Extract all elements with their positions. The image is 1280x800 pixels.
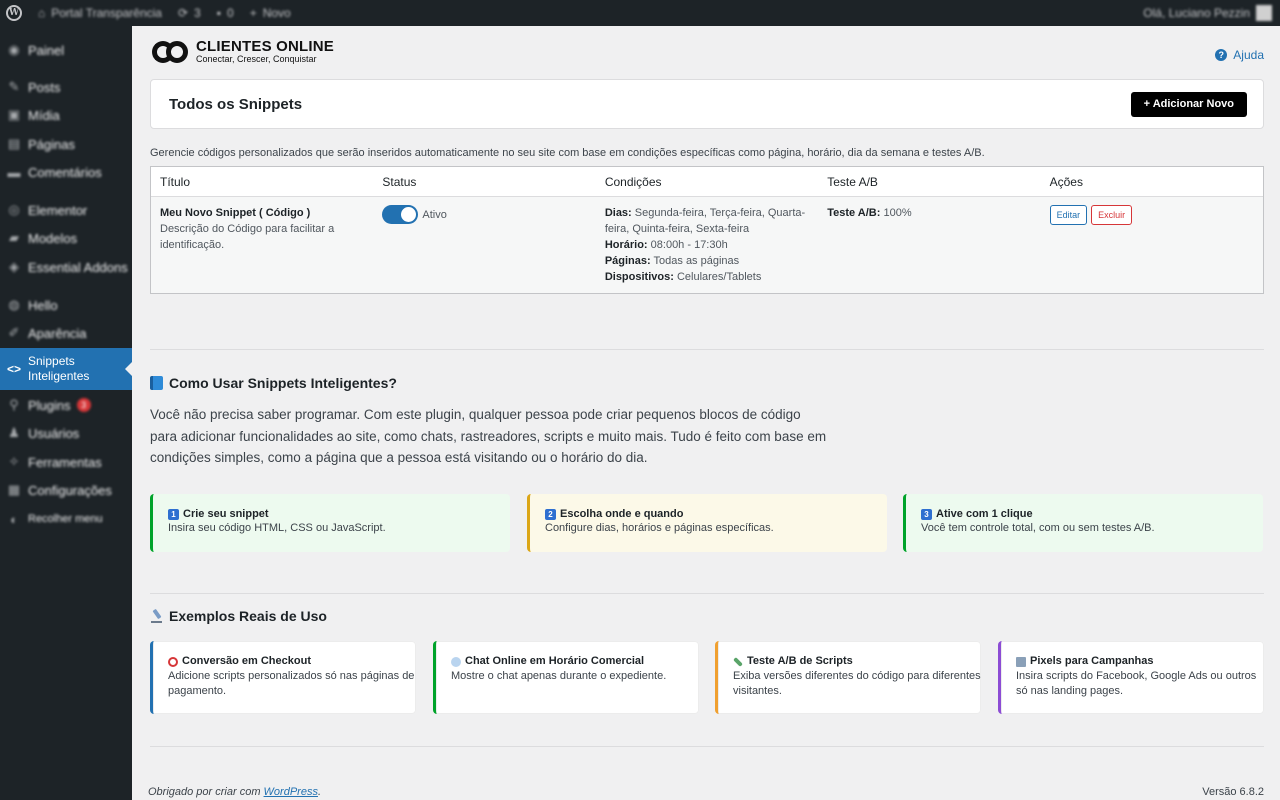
hello-icon: ◍ [8,297,20,312]
delete-button[interactable]: Excluir [1091,205,1133,225]
main-content: CLIENTES ONLINE Conectar, Crescer, Conqu… [132,26,1280,800]
brush-icon: ✐ [8,325,20,340]
help-link[interactable]: ? Ajuda [1215,48,1264,62]
table-header: Título Status Condições Teste A/B Ações [151,167,1263,197]
sidebar-item-ferramentas[interactable]: ✧ Ferramentas [0,453,132,471]
step-card-3: 3 Ative com 1 clique Você tem controle to… [903,494,1263,552]
example-card-pixels: Pixels para Campanhas Insira scripts do … [998,641,1264,714]
updates-link[interactable]: ⟳ 3 [170,0,209,26]
sidebar-item-paginas[interactable]: ▤ Páginas [0,135,132,153]
sidebar-item-snippets-inteligentes[interactable]: <> Snippets Inteligentes [0,348,132,390]
sidebar-item-essential-addons[interactable]: ◈ Essential Addons [0,258,132,276]
status-label: Ativo [422,208,447,221]
snippet-description: Descrição do Código para facilitar a ide… [160,223,335,251]
add-new-button[interactable]: + Adicionar Novo [1130,91,1247,117]
status-toggle[interactable] [382,205,419,224]
test-tube-icon [733,656,743,667]
settings-icon: ▦ [7,482,21,497]
media-icon: ▣ [7,107,21,122]
addons-icon: ◈ [9,259,19,274]
example-card-chat: Chat Online em Horário Comercial Mostre … [433,641,699,714]
new-content-link[interactable]: + Novo [242,0,299,26]
number-3-icon: 3 [921,508,932,520]
footer-thanks: Obrigado por criar com WordPress. [148,786,322,798]
column-header-status: Status [382,174,417,189]
plug-icon: ⚲ [9,397,19,412]
folder-icon: ▰ [9,230,19,245]
sidebar-item-midia[interactable]: ▣ Mídia [0,106,132,124]
number-2-icon: 2 [545,508,556,520]
sidebar-item-modelos[interactable]: ▰ Modelos [0,229,132,247]
snippet-ab-test: Teste A/B: 100% [827,207,912,219]
step-card-1: 1 Crie seu snippet Insira seu código HTML… [150,494,510,552]
column-header-ab-test: Teste A/B [827,174,878,189]
sidebar-item-painel[interactable]: ◉ Painel [0,41,132,59]
home-icon: ⌂ [38,6,46,20]
bar-chart-icon [1016,656,1026,667]
logo-subtitle: Conectar, Crescer, Conquistar [196,54,317,64]
wordpress-logo-icon[interactable]: W [0,0,30,26]
page-description: Gerencie códigos personalizados que serã… [150,147,985,159]
help-icon: ? [1215,49,1228,61]
example-card-ab-test: Teste A/B de Scripts Exiba versões difer… [715,641,981,714]
updates-icon: ⟳ [177,6,189,20]
account-menu[interactable]: Olá, Luciano Pezzin [1143,5,1280,21]
active-indicator [125,362,132,376]
admin-sidebar: ◉ Painel ✎ Posts ▣ Mídia ▤ Páginas ▬ Comentár… [0,26,132,800]
how-to-intro: Você não precisa saber programar. Com es… [150,407,827,465]
number-1-icon: 1 [168,508,179,520]
sidebar-item-posts[interactable]: ✎ Posts [0,78,132,96]
sidebar-item-elementor[interactable]: ◎ Elementor [0,201,132,219]
page-icon: ▤ [7,136,21,151]
comment-icon: ▬ [7,164,21,180]
speech-bubble-icon [451,656,461,667]
snippet-conditions: Dias: Segunda-feira, Terça-feira, Quarta… [604,207,806,283]
page-header-card: Todos os Snippets + Adicionar Novo [150,79,1264,129]
wordpress-link[interactable]: WordPress [264,786,318,798]
sidebar-item-comentarios[interactable]: ▬ Comentários [0,163,132,181]
plus-icon: + [249,6,257,20]
column-header-actions: Ações [1049,174,1083,189]
snippet-title[interactable]: Meu Novo Snippet ( Código ) [160,205,364,221]
sidebar-item-usuarios[interactable]: ♟ Usuários [0,424,132,442]
wrench-icon: ✧ [8,454,20,469]
microscope-icon [150,609,163,623]
footer-version: Versão 6.8.2 [1202,786,1264,798]
admin-bar: W ⌂ Portal Transparência ⟳ 3 ▪ 0 + Novo Olá,… [0,0,1280,26]
book-icon [150,376,163,390]
divider [150,593,1264,594]
comment-icon: ▪ [216,6,221,20]
sidebar-item-recolher-menu[interactable]: ◐ Recolher menu [0,510,132,528]
site-name-link[interactable]: ⌂ Portal Transparência [30,0,170,26]
sidebar-item-hello[interactable]: ◍ Hello [0,296,132,314]
examples-heading: Exemplos Reais de Uso [150,608,327,624]
logo-title: CLIENTES ONLINE [196,38,335,55]
code-icon: <> [6,362,21,376]
sidebar-item-aparencia[interactable]: ✐ Aparência [0,324,132,342]
collapse-icon: ◐ [10,511,18,527]
step-card-2: 2 Escolha onde e quando Configure dias, h… [527,494,887,552]
column-header-title: Título [160,174,191,189]
snippets-table: Título Status Condições Teste A/B Ações … [150,166,1264,294]
sidebar-item-plugins[interactable]: ⚲ Plugins 3 [0,396,132,414]
target-icon [168,656,178,667]
brand-logo: CLIENTES ONLINE Conectar, Crescer, Conqu… [152,38,335,64]
comments-link[interactable]: ▪ 0 [209,0,242,26]
column-header-conditions: Condições [604,174,662,189]
edit-button[interactable]: Editar [1049,205,1088,225]
avatar [1256,5,1272,21]
plugins-update-badge: 3 [76,398,91,412]
table-row: Meu Novo Snippet ( Código ) Descrição do… [151,197,1263,293]
sidebar-item-configuracoes[interactable]: ▦ Configurações [0,481,132,499]
pin-icon: ✎ [8,79,20,94]
divider [150,349,1264,350]
how-to-heading: Como Usar Snippets Inteligentes? [150,375,397,391]
gauge-icon: ◉ [8,42,20,57]
page-title: Todos os Snippets [169,95,303,113]
divider [150,746,1264,747]
example-card-checkout: Conversão em Checkout Adicione scripts p… [150,641,416,714]
elementor-icon: ◎ [8,202,20,217]
clientes-online-logo-icon [152,40,190,64]
user-icon: ♟ [8,425,20,440]
